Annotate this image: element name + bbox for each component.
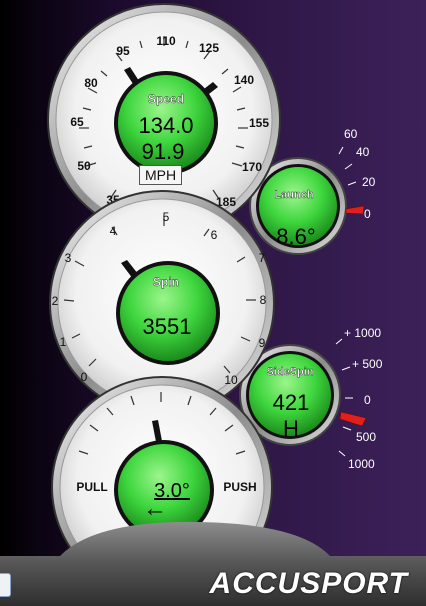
launch-value: 8.6°	[276, 224, 315, 249]
speed-value-primary: 134.0	[138, 113, 193, 138]
spin-tick-4: 4	[110, 224, 117, 238]
spin-tick-0: 0	[81, 370, 88, 384]
speed-tick-125: 125	[199, 41, 219, 55]
gauge-cluster: Launch 8.6° 60 40 20 0 SideSpin 421 H + …	[0, 0, 426, 606]
launch-tick-0: 0	[364, 207, 371, 221]
speed-tick-95: 95	[116, 44, 130, 58]
accusport-logo: ACCUSPORT	[209, 567, 408, 600]
spin-title: Spin	[153, 275, 179, 289]
speed-tick-50: 50	[77, 159, 91, 173]
left-edge-control[interactable]	[0, 573, 11, 597]
spin-tick-10: 10	[224, 373, 238, 387]
speed-tick-80: 80	[84, 76, 98, 90]
spin-tick-7: 7	[259, 251, 266, 265]
sidespin-scale: + 1000 + 500 0 500 1000	[335, 326, 383, 471]
speed-tick-155: 155	[249, 116, 269, 130]
launch-tick-60: 60	[344, 127, 358, 141]
sidespin-direction: H	[283, 416, 299, 441]
speed-tick-65: 65	[70, 115, 84, 129]
speed-tick-140: 140	[234, 73, 254, 87]
sidespin-value: 421	[273, 390, 310, 415]
speed-tick-170: 170	[242, 160, 262, 174]
spin-tick-1: 1	[60, 335, 67, 349]
launch-tick-20: 20	[362, 175, 376, 189]
spin-tick-5: 5	[163, 210, 170, 224]
spin-tick-3: 3	[65, 251, 72, 265]
sidespin-tick-plus1000: + 1000	[344, 326, 381, 340]
spin-tick-9: 9	[259, 336, 266, 350]
mph-unit-button[interactable]: MPH	[139, 165, 182, 185]
launch-tick-40: 40	[356, 145, 370, 159]
pull-label: PULL	[76, 480, 107, 494]
sidespin-needle	[339, 411, 367, 427]
spin-tick-8: 8	[260, 293, 267, 307]
spin-tick-2: 2	[52, 294, 59, 308]
sidespin-tick-500: 500	[356, 430, 376, 444]
path-arrow-icon: ←	[143, 495, 167, 522]
speed-value-secondary: 91.9	[142, 139, 185, 164]
sidespin-tick-plus500: + 500	[352, 357, 383, 371]
launch-title: Launch	[274, 189, 313, 201]
spin-value: 3551	[143, 314, 192, 339]
sidespin-title: SideSpin	[266, 366, 313, 378]
speed-tick-110: 110	[156, 34, 176, 48]
spin-tick-6: 6	[211, 228, 218, 242]
sidespin-tick-1000: 1000	[348, 457, 375, 471]
push-label: PUSH	[223, 480, 256, 494]
sidespin-tick-0: 0	[364, 393, 371, 407]
launch-needle	[345, 205, 365, 215]
speed-title: Speed	[148, 92, 184, 106]
